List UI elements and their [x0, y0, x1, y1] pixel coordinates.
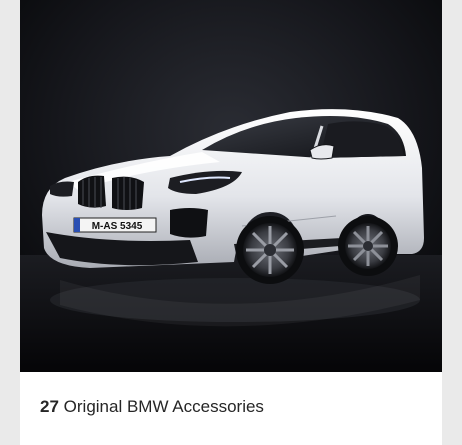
product-card[interactable]: M-AS 5345 27 Original BMW Accessories	[20, 0, 442, 445]
product-title: Original BMW Accessories	[63, 397, 264, 416]
car-photo-icon: M-AS 5345	[20, 0, 442, 372]
license-plate-text: M-AS 5345	[92, 221, 143, 232]
product-caption[interactable]: 27 Original BMW Accessories	[40, 396, 264, 418]
accessory-count: 27	[40, 397, 59, 416]
product-image[interactable]: M-AS 5345	[20, 0, 442, 372]
